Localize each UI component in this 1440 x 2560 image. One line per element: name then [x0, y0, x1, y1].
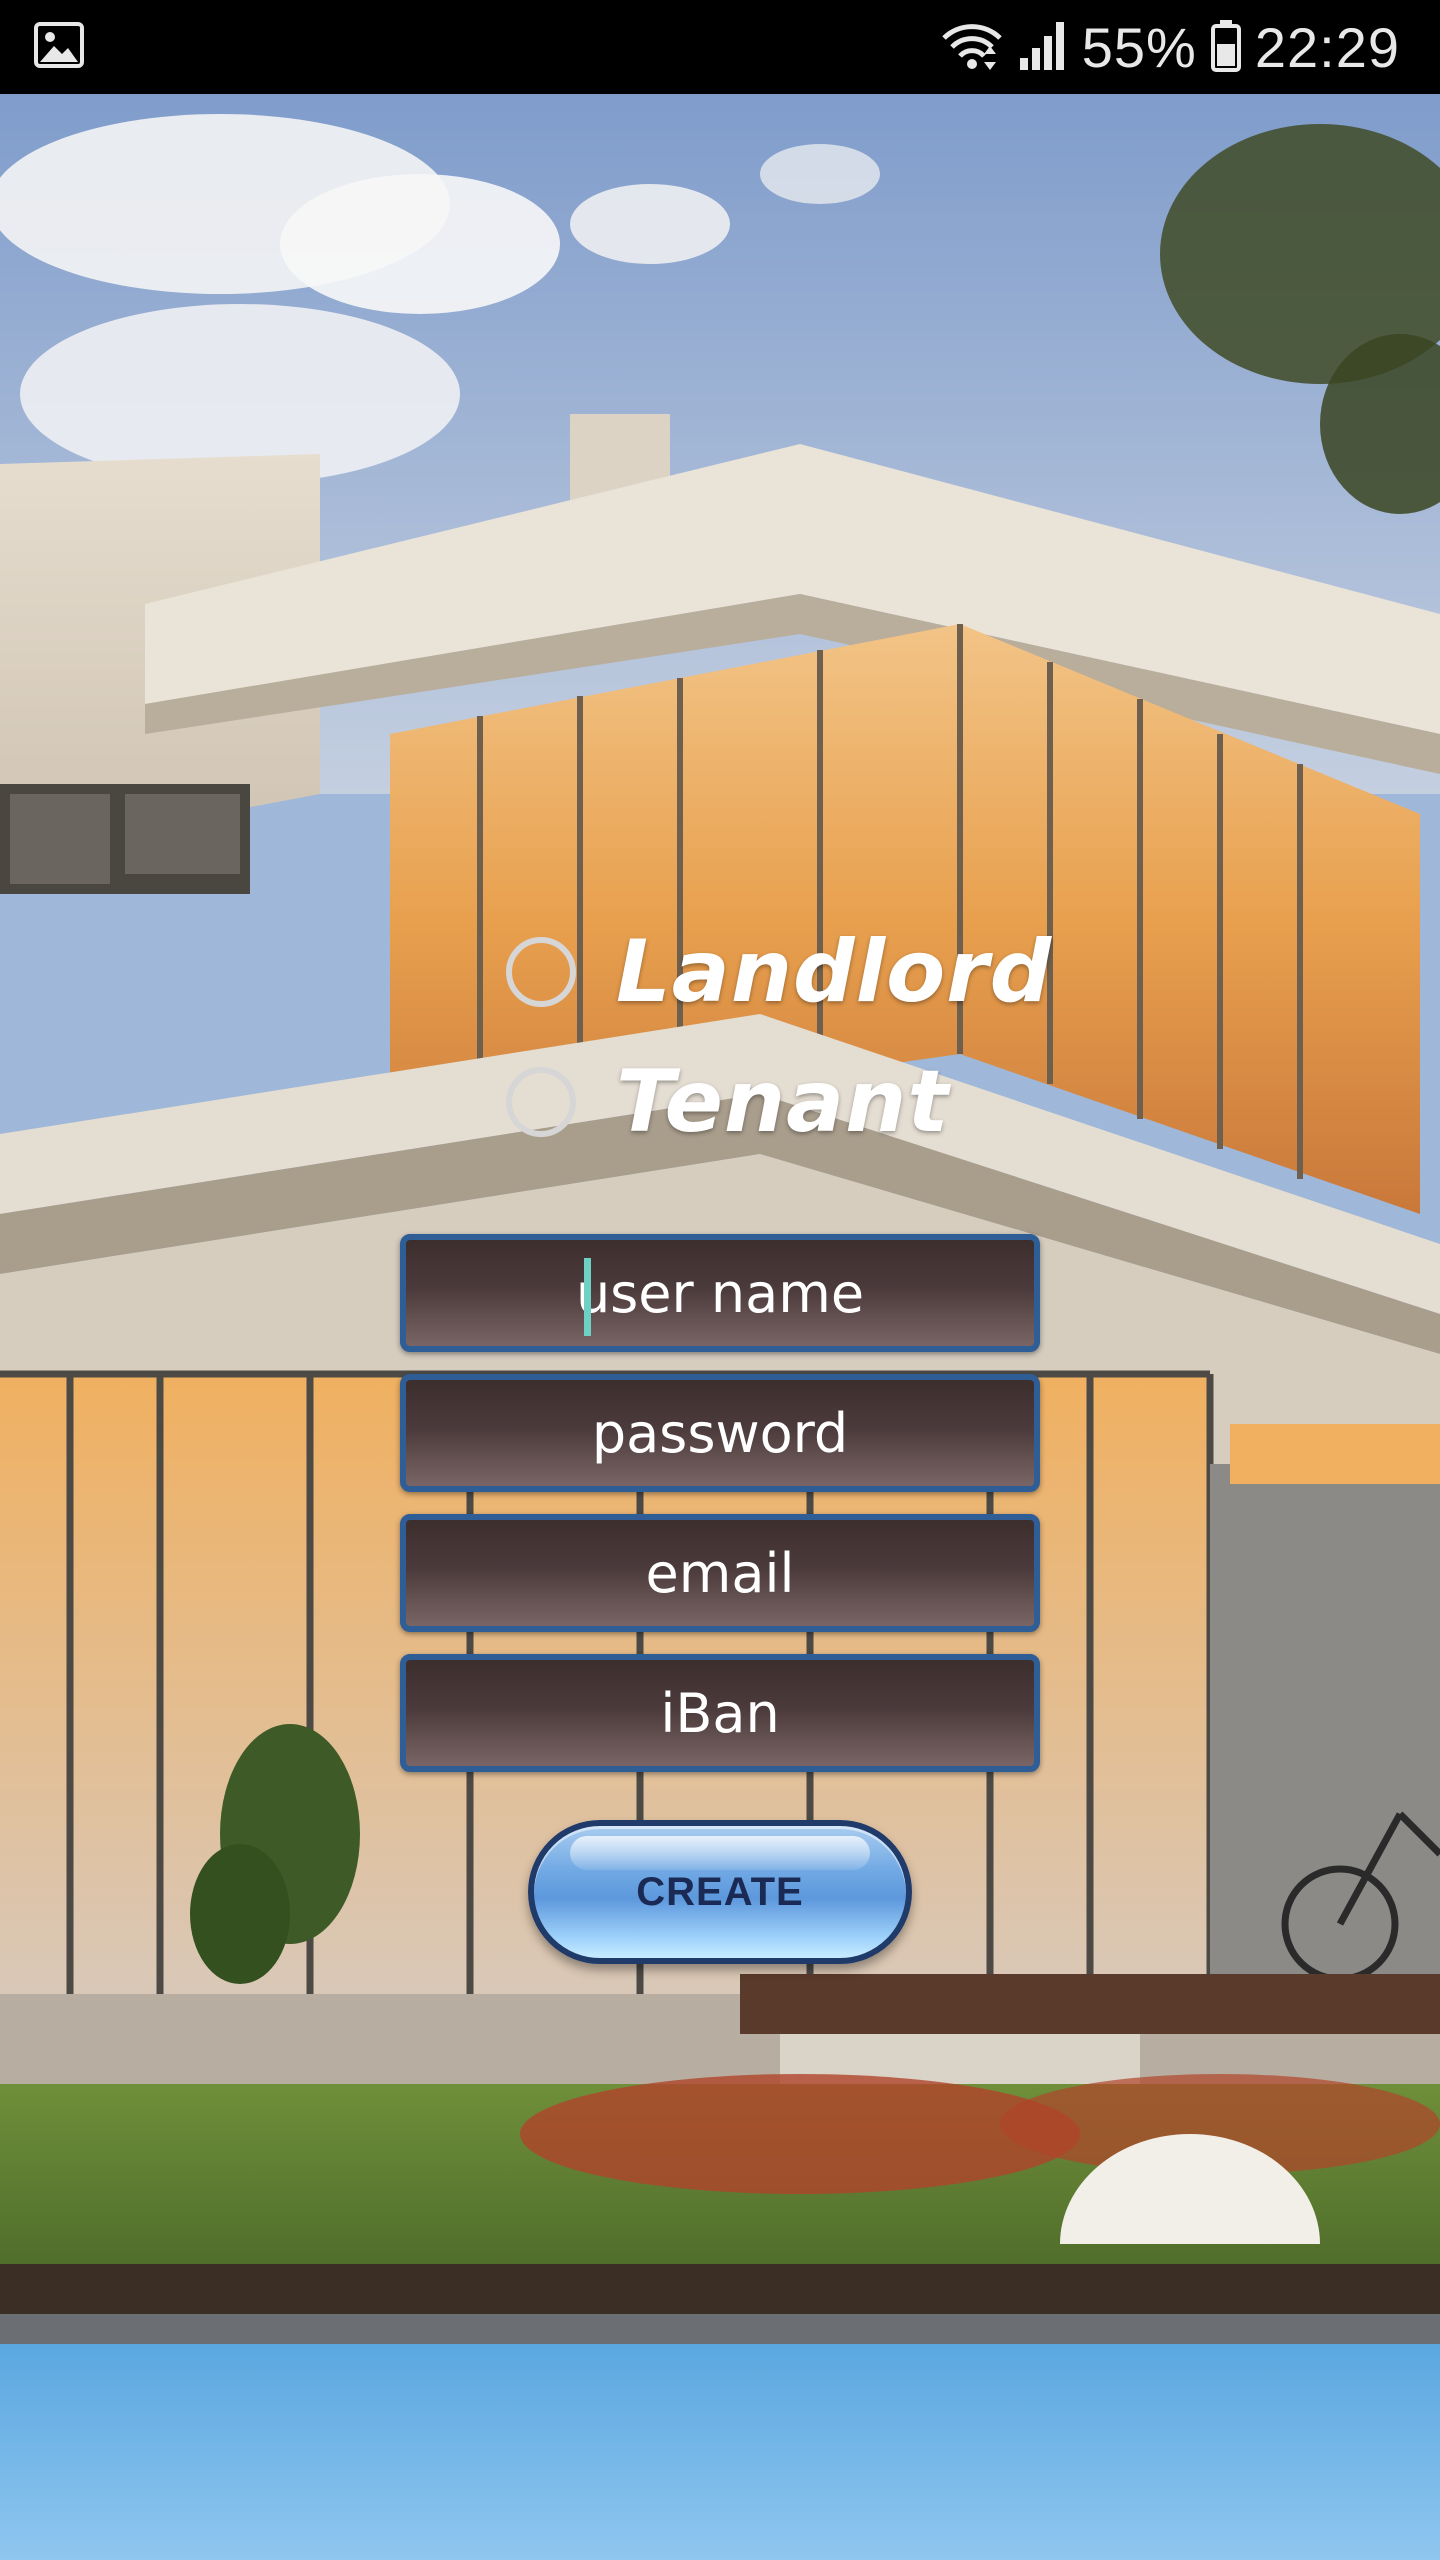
signal-icon: [1018, 18, 1068, 77]
text-cursor: [584, 1258, 591, 1336]
password-field-container: [400, 1374, 1040, 1492]
battery-icon: [1210, 18, 1241, 77]
battery-percent: 55%: [1081, 15, 1197, 79]
status-bar: 55% 22:29: [0, 0, 1440, 94]
clock: 22:29: [1254, 15, 1400, 79]
create-button[interactable]: CREATE: [528, 1820, 912, 1964]
landlord-label: Landlord: [616, 922, 1053, 1022]
status-indicators: 55% 22:29: [940, 0, 1400, 94]
email-field-container: [400, 1514, 1040, 1632]
gallery-notification-icon: [34, 22, 84, 68]
iban-field-container: [400, 1654, 1040, 1772]
role-option-landlord[interactable]: Landlord: [506, 922, 1052, 1022]
role-option-tenant[interactable]: Tenant: [506, 1052, 950, 1152]
wifi-icon: [940, 18, 1004, 77]
email-input[interactable]: [406, 1520, 1034, 1626]
tenant-radio[interactable]: [506, 1067, 576, 1137]
username-input[interactable]: [406, 1240, 1034, 1346]
username-field-container: [400, 1234, 1040, 1352]
password-input[interactable]: [406, 1380, 1034, 1486]
signup-screen: 55% 22:29 Landlord Tenant user name emai…: [0, 0, 1440, 2560]
create-button-label: CREATE: [636, 1869, 804, 1914]
landlord-radio[interactable]: [506, 937, 576, 1007]
tenant-label: Tenant: [616, 1052, 950, 1152]
iban-input[interactable]: [406, 1660, 1034, 1766]
